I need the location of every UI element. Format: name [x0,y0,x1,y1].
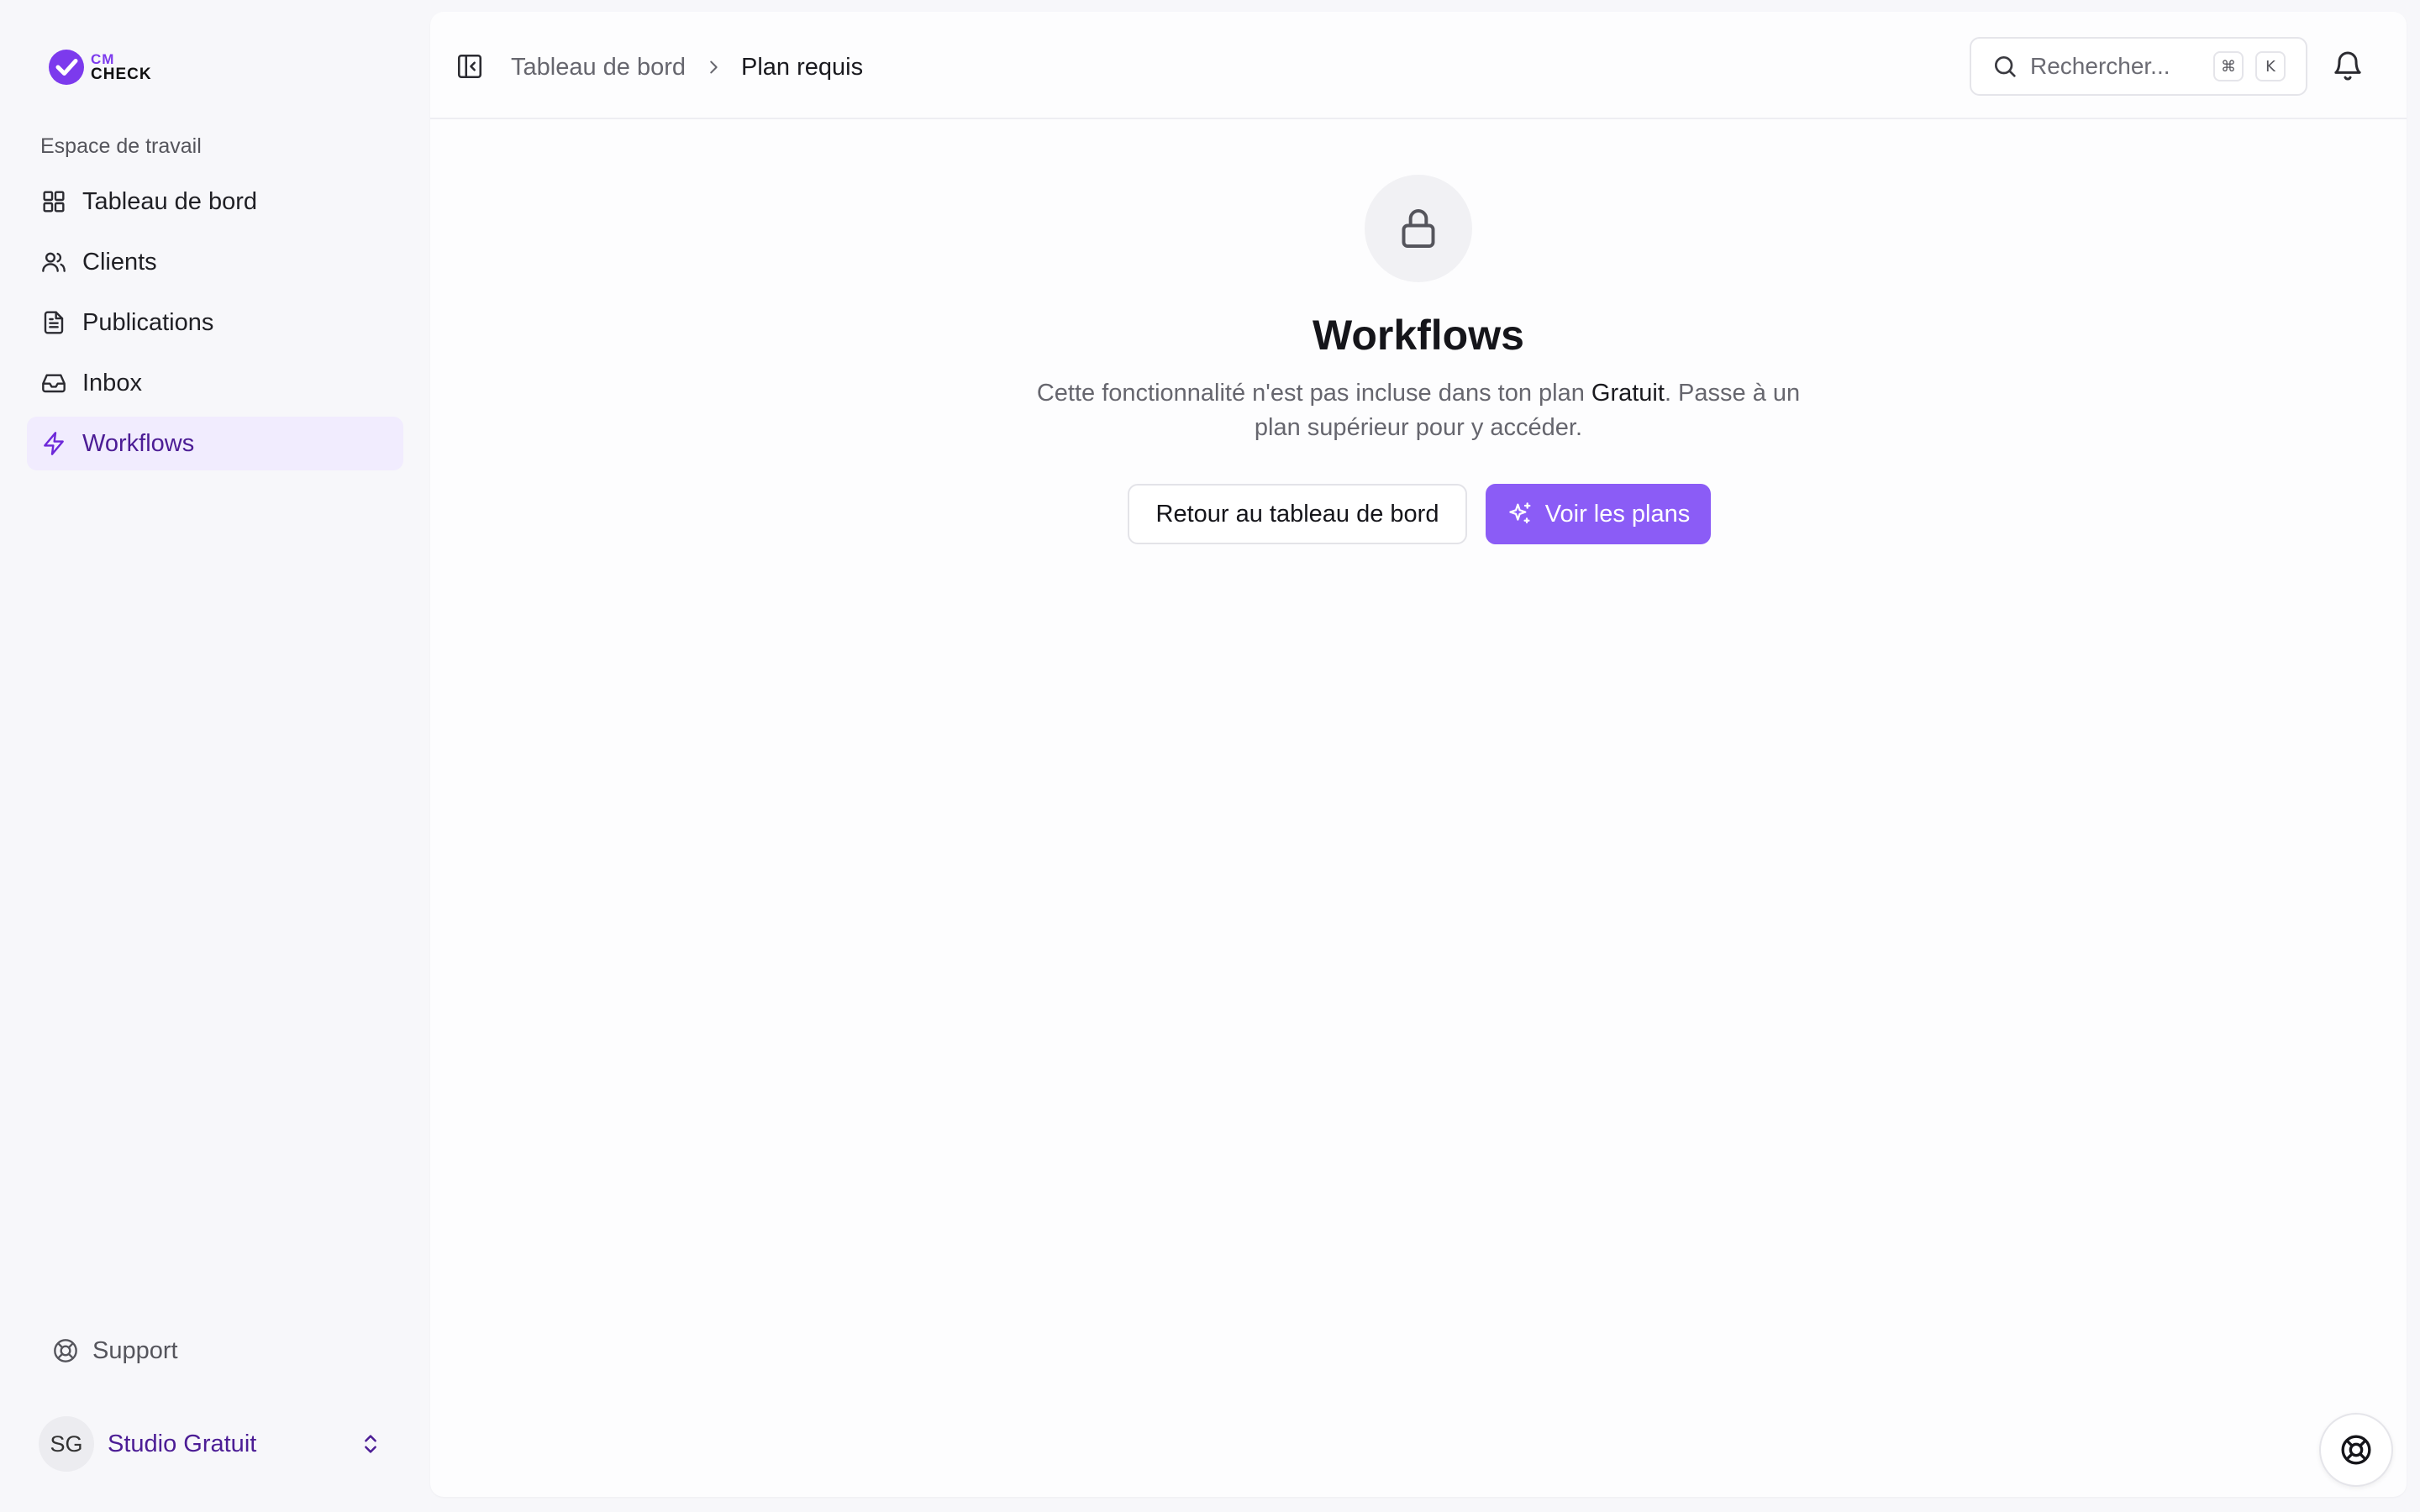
grid-icon [43,191,65,213]
logo-wordmark: CM CHECK [91,52,152,82]
avatar: SG [39,1416,94,1472]
shortcut-k-key: K [2255,51,2286,81]
top-bar: Tableau de bord Plan requis Rechercher..… [430,12,2407,119]
chevrons-up-down-icon [365,1435,376,1453]
page-title: Workflows [1313,312,1524,359]
support-link[interactable]: Support [52,1334,178,1368]
bell-icon[interactable] [2331,49,2365,82]
app-logo[interactable]: CM CHECK [47,45,152,89]
lifebuoy-icon [2341,1435,2371,1465]
sidebar-item-label: Workflows [82,429,195,457]
sparkles-icon [1509,502,1531,524]
logo-check-icon [49,50,84,85]
sidebar-item-tableau-de-bord[interactable]: Tableau de bord [27,175,403,228]
back-to-dashboard-button[interactable]: Retour au tableau de bord [1128,484,1467,544]
upgrade-message-before: Cette fonctionnalité n'est pas incluse d… [1036,380,1591,407]
users-icon [42,252,66,272]
account-name: Studio Gratuit [108,1430,257,1457]
search-icon [1995,56,2016,77]
sidebar: CM CHECK Espace de travail Tableau de bo… [0,0,429,1512]
sidebar-item-inbox[interactable]: Inbox [27,356,403,410]
inbox-icon [42,374,66,393]
logo-text-bottom: CHECK [91,66,152,83]
sidebar-section-title: Espace de travail [40,134,202,158]
support-label: Support [92,1336,178,1364]
lifebuoy-icon [54,1339,77,1362]
breadcrumb-current: Plan requis [741,53,864,81]
document-icon [44,311,64,334]
sidebar-item-label: Publications [82,308,214,336]
sidebar-item-label: Inbox [82,369,142,396]
lightning-icon [44,432,64,455]
account-switcher[interactable]: SG Studio Gratuit [39,1416,392,1472]
sidebar-item-clients[interactable]: Clients [27,235,403,289]
upgrade-message: Cette fonctionnalité n'est pas incluse d… [1032,376,1805,445]
main-panel: Tableau de bord Plan requis Rechercher..… [430,12,2407,1497]
chevron-right-icon [710,60,718,74]
current-plan-name: Gratuit [1591,380,1665,407]
lock-badge [1365,175,1472,282]
help-button[interactable] [2319,1413,2393,1487]
sidebar-item-publications[interactable]: Publications [27,296,403,349]
sidebar-item-label: Clients [82,248,157,276]
search-input[interactable]: Rechercher... ⌘ K [1970,37,2307,96]
shortcut-mod-key: ⌘ [2213,51,2244,81]
sidebar-item-label: Tableau de bord [82,187,257,215]
breadcrumb-parent-link[interactable]: Tableau de bord [511,54,686,81]
lock-icon [1402,209,1435,248]
logo-text-top: CM [91,51,115,67]
view-plans-label: Voir les plans [1544,500,1691,528]
sidebar-nav: Tableau de bord Clients Publications Inb… [27,175,403,477]
search-placeholder: Rechercher... [2030,53,2170,79]
sidebar-toggle-icon[interactable] [455,52,484,81]
breadcrumb: Tableau de bord Plan requis [511,50,863,84]
app-window: CM CHECK Espace de travail Tableau de bo… [0,0,2420,1512]
view-plans-button[interactable]: Voir les plans [1486,484,1711,544]
sidebar-item-workflows[interactable]: Workflows [27,417,403,470]
